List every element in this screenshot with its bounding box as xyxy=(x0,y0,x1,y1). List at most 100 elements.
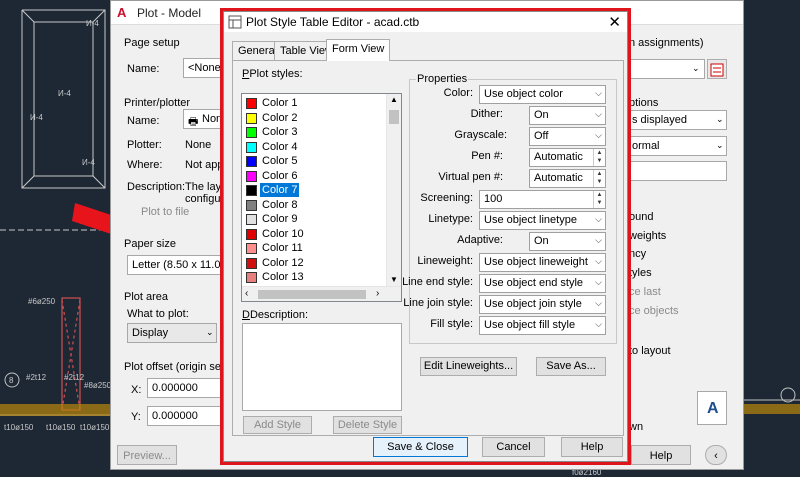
edit-lineweights-button[interactable]: Edit Lineweights... xyxy=(420,357,517,376)
plot-option-item[interactable]: ound xyxy=(629,211,653,223)
cad-label: #2t12 xyxy=(26,373,47,382)
spin-updown-icon[interactable]: ▲ ▼ xyxy=(593,191,605,208)
chevron-down-icon: ⌵ xyxy=(595,256,602,266)
chevron-down-icon: ⌄ xyxy=(716,140,724,150)
printer-plotter-heading: Printer/plotter xyxy=(124,97,191,109)
paper-size-select[interactable]: Letter (8.50 x 11.00 I xyxy=(127,255,233,275)
scrollbar-thumb[interactable] xyxy=(258,290,366,299)
description-label: DDescription: xyxy=(242,309,309,321)
description-textarea[interactable] xyxy=(242,323,402,411)
scroll-right-icon[interactable]: › xyxy=(376,288,379,299)
horizontal-scrollbar[interactable]: ‹ › xyxy=(242,286,401,301)
lineweight-select[interactable]: Use object lineweight ⌵ xyxy=(479,253,606,272)
cancel-button[interactable]: Cancel xyxy=(482,437,545,457)
color-swatch xyxy=(246,185,257,196)
adaptive-select[interactable]: On ⌵ xyxy=(529,232,606,251)
help-button[interactable]: Help xyxy=(561,437,623,457)
plot-option-item[interactable]: ncy xyxy=(629,248,646,260)
tab-form-view[interactable]: Form View xyxy=(326,39,391,61)
x-offset-value: 0.000000 xyxy=(152,382,198,394)
y-offset-input[interactable]: 0.000000 xyxy=(147,406,223,426)
vertical-scrollbar[interactable]: ▲ ▼ xyxy=(386,94,401,287)
orientation-label: wn xyxy=(629,421,644,433)
line-end-style-select[interactable]: Use object end style ⌵ xyxy=(479,274,606,293)
pen-label: Pen #: xyxy=(471,150,503,162)
adaptive-label: Adaptive: xyxy=(457,234,503,246)
spin-updown-icon[interactable]: ▲ ▼ xyxy=(593,170,605,187)
plot-styles-list[interactable]: Color 14Color 13Color 12Color 11Color 10… xyxy=(241,93,402,302)
chevron-down-icon: ⌵ xyxy=(595,130,602,140)
printer-name-label: Name: xyxy=(127,115,160,127)
page-setup-name-select[interactable]: <None> xyxy=(183,58,227,78)
plot-option-item[interactable]: ce objects xyxy=(629,305,679,317)
plot-help-button[interactable]: Help xyxy=(631,445,691,465)
chevron-down-icon: ⌄ xyxy=(206,327,214,337)
plot-dialog-title: Plot - Model xyxy=(137,6,202,20)
save-as-button[interactable]: Save As... xyxy=(536,357,606,376)
plot-style-name: Color 8 xyxy=(262,198,298,211)
quality-value: ormal xyxy=(632,140,660,152)
plot-style-name: Color 11 xyxy=(262,242,303,254)
plot-style-name: Color 10 xyxy=(262,227,304,240)
properties-heading: Properties xyxy=(416,73,469,85)
chevron-down-icon: ⌄ xyxy=(692,63,700,73)
add-style-button[interactable]: Add Style xyxy=(243,416,312,434)
what-to-plot-label: What to plot: xyxy=(127,308,189,320)
fill-style-select[interactable]: Use object fill style ⌵ xyxy=(479,316,606,335)
edit-plot-style-button[interactable] xyxy=(707,59,727,79)
plot-to-file-checkbox[interactable]: Plot to file xyxy=(141,206,189,218)
form-view-panel: PPlot styles: Color 14Color 13Color 12Co… xyxy=(232,60,624,436)
where-value: Not appli xyxy=(185,159,229,171)
fill-style-value: Use object fill style xyxy=(484,319,576,331)
collapse-arrow-icon[interactable]: ‹ xyxy=(705,445,727,465)
plot-option-item[interactable]: ce last xyxy=(629,286,661,298)
screening-label: Screening: xyxy=(420,192,473,204)
plot-option-item[interactable]: weights xyxy=(629,230,666,242)
preview-button[interactable]: Preview... xyxy=(117,445,177,465)
what-to-plot-value: Display xyxy=(132,327,169,339)
shade-plot-select[interactable]: s displayed ⌄ xyxy=(629,110,727,130)
dpi-input[interactable] xyxy=(629,161,727,181)
lineweight-label: Lineweight: xyxy=(417,255,473,267)
pen-value: Automatic xyxy=(534,151,583,163)
cad-label: #8ø250 xyxy=(84,381,112,390)
lineweight-value: Use object lineweight xyxy=(484,256,588,268)
color-select[interactable]: Use object color ⌵ xyxy=(479,85,606,104)
plot-option-item[interactable]: to layout xyxy=(629,345,671,357)
scrollbar-thumb[interactable] xyxy=(389,110,399,124)
dither-select[interactable]: On ⌵ xyxy=(529,106,606,125)
orientation-icon: A xyxy=(697,391,727,425)
dither-label: Dither: xyxy=(470,108,503,120)
scroll-down-icon[interactable]: ▼ xyxy=(390,275,398,284)
virtual-pen-stepper[interactable]: Automatic ▲ ▼ xyxy=(529,169,606,188)
color-swatch xyxy=(246,199,257,211)
printer-icon: 🖶 xyxy=(188,116,199,128)
scroll-up-icon[interactable]: ▲ xyxy=(390,95,398,104)
chevron-down-icon: ⌵ xyxy=(595,235,602,245)
spin-updown-icon[interactable]: ▲ ▼ xyxy=(593,149,605,166)
grayscale-select[interactable]: Off ⌵ xyxy=(529,127,606,146)
what-to-plot-select[interactable]: Display ⌄ xyxy=(127,323,217,343)
cad-label: И-4 xyxy=(58,89,71,98)
printer-name-select[interactable]: 🖶 Non xyxy=(183,109,223,129)
delete-style-button[interactable]: Delete Style xyxy=(333,416,402,434)
close-icon[interactable]: ✕ xyxy=(608,13,621,31)
x-offset-label: X: xyxy=(131,384,142,396)
screening-stepper[interactable]: 100 ▲ ▼ xyxy=(479,190,606,209)
x-offset-input[interactable]: 0.000000 xyxy=(147,378,223,398)
scroll-left-icon[interactable]: ‹ xyxy=(245,288,248,299)
chevron-down-icon: ⌵ xyxy=(595,319,602,329)
editor-titlebar: Plot Style Table Editor - acad.ctb ✕ xyxy=(224,12,627,32)
line-join-style-select[interactable]: Use object join style ⌵ xyxy=(479,295,606,314)
pen-number-stepper[interactable]: Automatic ▲ ▼ xyxy=(529,148,606,167)
save-close-button[interactable]: Save & Close xyxy=(373,437,468,457)
cad-label: t10ø150 xyxy=(46,423,76,432)
cad-label: И-4 xyxy=(86,19,99,28)
plot-style-table-select[interactable]: ⌄ xyxy=(629,59,705,79)
plot-option-item[interactable]: tyles xyxy=(629,267,652,279)
quality-select[interactable]: ormal ⌄ xyxy=(629,136,727,156)
page-setup-heading: Page setup xyxy=(124,37,180,49)
plot-area-heading: Plot area xyxy=(124,291,169,303)
linetype-select[interactable]: Use object linetype ⌵ xyxy=(479,211,606,230)
y-offset-value: 0.000000 xyxy=(152,410,198,422)
